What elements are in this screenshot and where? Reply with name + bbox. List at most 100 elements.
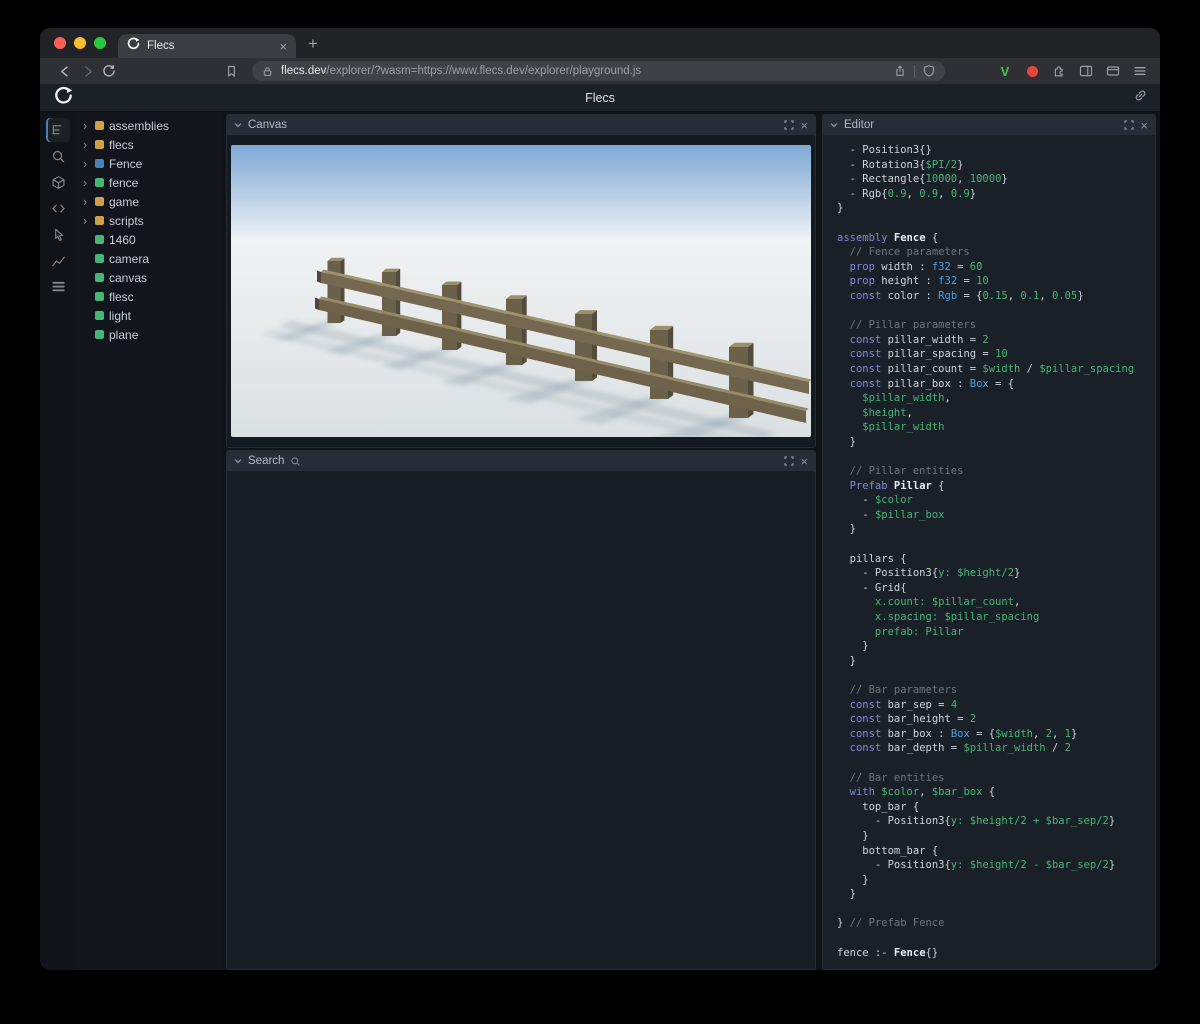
entity-color-dot: [95, 197, 104, 206]
canvas-panel-body: [227, 135, 815, 447]
entity-label: assemblies: [109, 119, 169, 133]
expand-arrow-icon[interactable]: ›: [80, 176, 90, 189]
new-tab-button[interactable]: +: [308, 34, 318, 54]
expand-panel-icon[interactable]: [1124, 120, 1134, 130]
editor-panel-body: - Position3{} - Rotation3{$PI/2} - Recta…: [823, 135, 1155, 969]
expand-arrow-icon[interactable]: ›: [80, 138, 90, 151]
window-zoom-button[interactable]: [94, 37, 106, 49]
entity-label: 1460: [109, 233, 136, 247]
entity-label: flesc: [109, 290, 134, 304]
inspect-cursor-icon[interactable]: [46, 222, 70, 246]
entity-color-dot: [95, 159, 104, 168]
tree-item-scripts[interactable]: ›scripts: [76, 211, 222, 230]
canvas-panel-header: Canvas ×: [227, 115, 815, 135]
3d-canvas-viewport[interactable]: [231, 145, 811, 437]
flecs-explorer-app: Flecs: [40, 84, 1160, 970]
reload-button[interactable]: [98, 60, 120, 82]
expand-panel-icon[interactable]: [784, 120, 794, 130]
tree-item-game[interactable]: › game: [76, 192, 222, 211]
browser-toolbar: flecs.dev/explorer/?wasm=https://www.fle…: [40, 58, 1160, 84]
search-icon: [290, 456, 301, 467]
expand-panel-icon[interactable]: [784, 456, 794, 466]
address-bar[interactable]: flecs.dev/explorer/?wasm=https://www.fle…: [252, 61, 945, 81]
tree-item-canvas[interactable]: ›canvas: [76, 268, 222, 287]
entity-color-dot: [95, 140, 104, 149]
tree-item-assemblies[interactable]: › assemblies: [76, 116, 222, 135]
cube-entities-icon[interactable]: [46, 170, 70, 194]
app-header: Flecs: [40, 84, 1160, 112]
entity-label: game: [109, 195, 139, 209]
forward-button[interactable]: [76, 60, 98, 82]
tab-favicon-flecs-icon: [127, 37, 140, 55]
tree-item-camera[interactable]: ›camera: [76, 249, 222, 268]
entity-color-dot: [95, 330, 104, 339]
window-close-button[interactable]: [54, 37, 66, 49]
entity-color-dot: [95, 254, 104, 263]
extension-red-dot-icon[interactable]: [1022, 61, 1042, 81]
entity-color-dot: [95, 273, 104, 282]
page-title: Flecs: [40, 91, 1160, 105]
extension-v-icon[interactable]: V: [995, 61, 1015, 81]
tree-item-light[interactable]: ›light: [76, 306, 222, 325]
canvas-panel: Canvas ×: [226, 114, 816, 448]
editor-panel: Editor × - Position3{} - Rotation3{$PI/2…: [822, 114, 1156, 970]
collapse-chevron-icon[interactable]: [234, 122, 242, 128]
entity-color-dot: [95, 178, 104, 187]
share-link-icon[interactable]: [1133, 88, 1148, 108]
menu-hamburger-icon[interactable]: [1130, 61, 1150, 81]
back-button[interactable]: [54, 60, 76, 82]
entity-label: fence: [109, 176, 138, 190]
extensions-puzzle-icon[interactable]: [1049, 61, 1069, 81]
editor-panel-title: Editor: [844, 119, 874, 131]
editor-panel-header: Editor ×: [823, 115, 1155, 135]
tree-item-1460[interactable]: ›1460: [76, 230, 222, 249]
expand-arrow-icon[interactable]: ›: [80, 214, 90, 227]
browser-tab[interactable]: Flecs ×: [118, 34, 296, 58]
entity-color-dot: [95, 292, 104, 301]
entity-color-dot: [95, 121, 104, 130]
extension-row: V: [995, 61, 1150, 81]
code-editor-icon[interactable]: [46, 196, 70, 220]
expand-arrow-icon[interactable]: ›: [80, 157, 90, 170]
tree-item-fence[interactable]: › fence: [76, 173, 222, 192]
entity-label: canvas: [109, 271, 147, 285]
entity-label: plane: [109, 328, 138, 342]
share-icon[interactable]: [893, 64, 907, 78]
brave-shield-icon[interactable]: [922, 64, 936, 78]
tree-item-plane[interactable]: ›plane: [76, 325, 222, 344]
entity-color-dot: [95, 311, 104, 320]
close-panel-icon[interactable]: ×: [800, 455, 808, 468]
code-editor[interactable]: - Position3{} - Rotation3{$PI/2} - Recta…: [837, 143, 1155, 960]
search-panel-title: Search: [248, 455, 284, 467]
traffic-lights: [40, 37, 118, 58]
app-content: › assemblies › flecs › Fence › fence › game ›scrip…: [40, 112, 1160, 970]
tab-close-icon[interactable]: ×: [279, 40, 287, 53]
entity-label: camera: [109, 252, 149, 266]
wallet-icon[interactable]: [1103, 61, 1123, 81]
expand-arrow-icon[interactable]: ›: [80, 119, 90, 132]
window-minimize-button[interactable]: [74, 37, 86, 49]
entity-label: Fence: [109, 157, 142, 171]
close-panel-icon[interactable]: ×: [1140, 119, 1148, 132]
collapse-chevron-icon[interactable]: [830, 122, 838, 128]
close-panel-icon[interactable]: ×: [800, 119, 808, 132]
search-panel: Search ×: [226, 450, 816, 970]
tree-item-flecs[interactable]: › flecs: [76, 135, 222, 154]
tree-item-flesc[interactable]: ›flesc: [76, 287, 222, 306]
query-search-icon[interactable]: [46, 144, 70, 168]
collapse-chevron-icon[interactable]: [234, 458, 242, 464]
sidebar-toggle-icon[interactable]: [1076, 61, 1096, 81]
table-rows-icon[interactable]: [46, 274, 70, 298]
tab-title: Flecs: [147, 40, 272, 52]
entity-label: flecs: [109, 138, 134, 152]
tab-strip: Flecs × +: [40, 28, 1160, 58]
bookmark-icon[interactable]: [220, 60, 242, 82]
entity-color-dot: [95, 216, 104, 225]
tree-item-Fence[interactable]: › Fence: [76, 154, 222, 173]
entity-tree-icon[interactable]: [46, 118, 70, 142]
stats-chart-icon[interactable]: [46, 248, 70, 272]
expand-arrow-icon[interactable]: ›: [80, 195, 90, 208]
padlock-icon[interactable]: [261, 65, 274, 78]
middle-column: Canvas ×: [226, 112, 816, 970]
search-panel-header: Search ×: [227, 451, 815, 471]
